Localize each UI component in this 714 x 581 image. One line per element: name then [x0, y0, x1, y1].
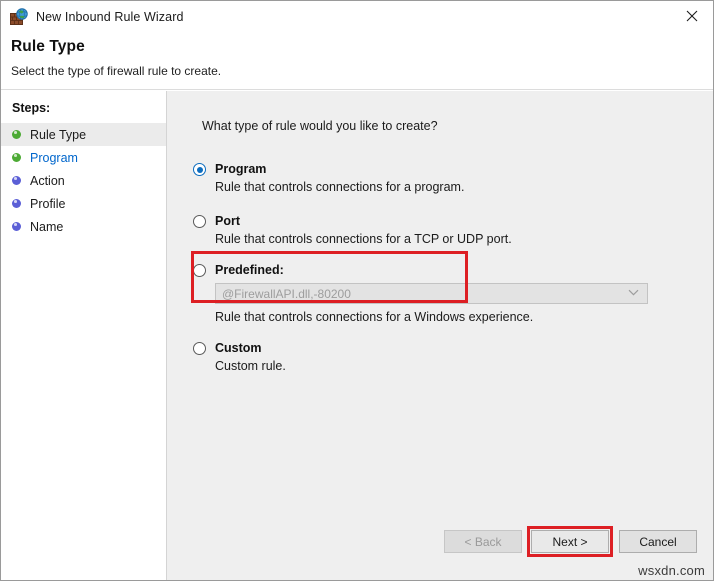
- predefined-dropdown-value: @FirewallAPI.dll,-80200: [222, 287, 351, 301]
- option-predefined[interactable]: Predefined: @FirewallAPI.dll,-80200 Rule…: [193, 258, 693, 325]
- step-bullet-icon: [12, 153, 21, 162]
- option-description: Rule that controls connections for a TCP…: [215, 231, 693, 247]
- page-title: Rule Type: [11, 38, 85, 56]
- sidebar-item-label: Program: [30, 151, 78, 165]
- sidebar-item-name[interactable]: Name: [1, 215, 166, 238]
- steps-heading: Steps:: [12, 101, 50, 115]
- option-program[interactable]: Program Rule that controls connections f…: [193, 157, 693, 195]
- option-description: Rule that controls connections for a Win…: [215, 309, 693, 325]
- page-subtitle: Select the type of firewall rule to crea…: [11, 64, 221, 78]
- wizard-window: New Inbound Rule Wizard Rule Type Select…: [0, 0, 714, 581]
- rule-type-radio-group: Program Rule that controls connections f…: [193, 157, 693, 374]
- option-title: Program: [215, 162, 266, 177]
- chevron-down-icon: [628, 283, 639, 301]
- option-custom[interactable]: Custom Custom rule.: [193, 336, 693, 374]
- radio-port[interactable]: [193, 215, 206, 228]
- step-bullet-icon: [12, 130, 21, 139]
- predefined-dropdown[interactable]: @FirewallAPI.dll,-80200: [215, 283, 648, 304]
- radio-program[interactable]: [193, 163, 206, 176]
- sidebar-item-label: Name: [30, 220, 63, 234]
- question-text: What type of rule would you like to crea…: [202, 119, 438, 133]
- page-header: Rule Type Select the type of firewall ru…: [1, 32, 714, 90]
- back-button[interactable]: < Back: [444, 530, 522, 553]
- cancel-button[interactable]: Cancel: [619, 530, 697, 553]
- step-bullet-icon: [12, 176, 21, 185]
- option-description: Rule that controls connections for a pro…: [215, 179, 693, 195]
- option-title: Port: [215, 214, 240, 229]
- sidebar-item-label: Profile: [30, 197, 65, 211]
- sidebar-item-program[interactable]: Program: [1, 146, 166, 169]
- close-button[interactable]: [669, 1, 714, 31]
- step-bullet-icon: [12, 199, 21, 208]
- option-title: Custom: [215, 341, 262, 356]
- steps-sidebar: Steps: Rule Type Program Action Profile …: [1, 91, 167, 581]
- option-port[interactable]: Port Rule that controls connections for …: [193, 209, 693, 247]
- option-title: Predefined:: [215, 263, 284, 278]
- watermark: wsxdn.com: [638, 563, 705, 578]
- sidebar-item-label: Action: [30, 174, 65, 188]
- close-icon: [686, 10, 698, 22]
- radio-custom[interactable]: [193, 342, 206, 355]
- option-description: Custom rule.: [215, 358, 693, 374]
- firewall-globe-icon: [10, 8, 28, 26]
- next-button[interactable]: Next >: [531, 530, 609, 553]
- title-bar: New Inbound Rule Wizard: [1, 1, 714, 32]
- sidebar-item-profile[interactable]: Profile: [1, 192, 166, 215]
- radio-predefined[interactable]: [193, 264, 206, 277]
- step-bullet-icon: [12, 222, 21, 231]
- steps-list: Rule Type Program Action Profile Name: [1, 123, 166, 238]
- sidebar-item-action[interactable]: Action: [1, 169, 166, 192]
- content-pane: What type of rule would you like to crea…: [167, 91, 714, 581]
- wizard-footer: < Back Next > Cancel: [167, 521, 714, 581]
- sidebar-item-rule-type[interactable]: Rule Type: [1, 123, 166, 146]
- sidebar-item-label: Rule Type: [30, 128, 86, 142]
- window-title: New Inbound Rule Wizard: [36, 10, 184, 24]
